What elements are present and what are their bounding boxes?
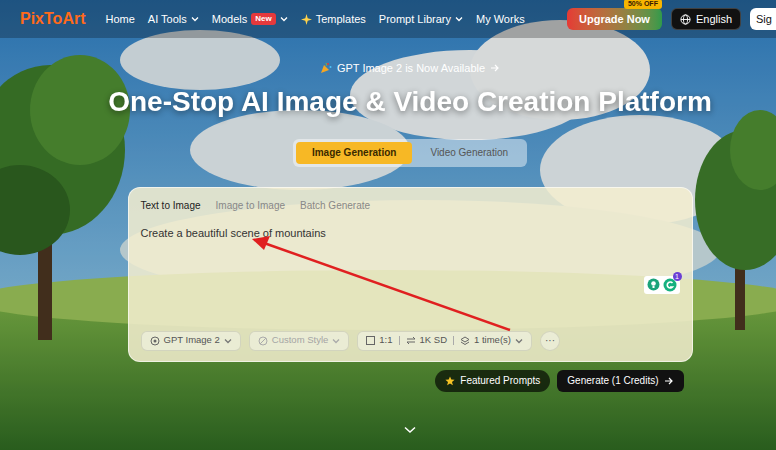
more-label: ···: [545, 336, 555, 346]
more-options-button[interactable]: ···: [540, 331, 560, 351]
chevron-down-icon: [515, 337, 523, 345]
language-label: English: [696, 11, 732, 28]
ratio-value: 1:1: [379, 333, 392, 347]
card-actions: Featured Prompts Generate (1 Credits): [128, 370, 693, 392]
nav-item[interactable]: Home: [105, 11, 134, 28]
sparkle-icon: [301, 14, 312, 25]
chevron-down-icon: [332, 337, 340, 345]
nav-item[interactable]: AI Tools: [148, 11, 199, 28]
mode-tab-label: Image Generation: [312, 145, 396, 160]
model-label: GPT Image 2: [164, 333, 220, 347]
mode-tab[interactable]: Image Generation: [296, 142, 412, 164]
grammar-check: 1: [663, 278, 677, 292]
mode-tab-label: Video Generation: [430, 145, 508, 160]
input-tab-label: Batch Generate: [300, 200, 370, 211]
layers-icon: [460, 336, 470, 346]
bulb-icon: [647, 278, 660, 291]
party-popper-icon: [320, 62, 332, 74]
input-tab-label: Image to Image: [216, 200, 285, 211]
nav-item[interactable]: Templates: [301, 11, 366, 28]
generation-settings[interactable]: 1:1 1K SD 1 time(s): [357, 331, 532, 351]
nav-label: Prompt Library: [379, 11, 451, 28]
page: PixToArt Home AI Tools Models New Templates P…: [0, 0, 776, 450]
resolution-icon: [406, 336, 416, 345]
featured-label: Featured Prompts: [460, 373, 540, 388]
chevron-down-icon: [224, 337, 232, 345]
arrow-right-icon: [490, 63, 500, 73]
header-actions: Upgrade Now50% OFF English Sig: [567, 8, 776, 30]
input-tab[interactable]: Image to Image: [216, 196, 285, 215]
divider: [399, 336, 400, 345]
nav-item[interactable]: My Works: [476, 11, 525, 28]
nav-label: Models: [212, 11, 247, 28]
discount-badge: 50% OFF: [624, 0, 662, 9]
mode-tabs: Image Generation Video Generation: [293, 139, 527, 167]
input-tab[interactable]: Batch Generate: [300, 196, 370, 215]
generate-label: Generate (1 Credits): [567, 373, 658, 388]
headline: One-Stop AI Image & Video Creation Platf…: [108, 85, 712, 119]
nav-label: Templates: [316, 11, 366, 28]
upgrade-button[interactable]: Upgrade Now50% OFF: [567, 8, 662, 30]
writing-assistant[interactable]: 1: [644, 276, 680, 294]
model-select[interactable]: GPT Image 2: [141, 331, 241, 351]
main-nav: Home AI Tools Models New Templates Prompt Lib…: [105, 11, 524, 28]
input-tab[interactable]: Text to Image: [141, 196, 201, 215]
count-value: 1 time(s): [474, 333, 511, 347]
mode-tab[interactable]: Video Generation: [414, 142, 524, 164]
top-bar: PixToArt Home AI Tools Models New Templates P…: [0, 0, 776, 38]
upgrade-label: Upgrade Now: [579, 11, 650, 28]
aspect-ratio-icon: [366, 336, 375, 345]
logo[interactable]: PixToArt: [20, 7, 85, 31]
sign-in-button[interactable]: Sig: [750, 8, 776, 30]
nav-label: My Works: [476, 11, 525, 28]
nav-label: AI Tools: [148, 11, 187, 28]
star-icon: [445, 376, 455, 386]
chevron-down-icon: [455, 15, 463, 23]
sign-in-label: Sig: [756, 11, 772, 28]
suggestion-count: 1: [673, 272, 682, 281]
style-label: Custom Style: [272, 333, 329, 347]
quality-value: 1K SD: [420, 333, 447, 347]
nav-label: Home: [105, 11, 134, 28]
generate-button[interactable]: Generate (1 Credits): [557, 370, 683, 392]
featured-prompts-button[interactable]: Featured Prompts: [435, 370, 550, 392]
input-tab-label: Text to Image: [141, 200, 201, 211]
hero: GPT Image 2 is Now Available One-Stop AI …: [0, 38, 776, 450]
globe-icon: [680, 14, 691, 25]
options-toolbar: GPT Image 2 Custom Style 1:1 1K SD 1 time(s)…: [141, 331, 680, 351]
language-button[interactable]: English: [671, 8, 741, 30]
divider: [453, 336, 454, 345]
style-icon: [258, 336, 268, 346]
nav-item[interactable]: Models New: [212, 11, 288, 28]
scroll-down-icon[interactable]: [404, 426, 416, 434]
style-select: Custom Style: [249, 331, 350, 351]
announcement-link[interactable]: GPT Image 2 is Now Available: [320, 60, 500, 77]
new-badge: New: [251, 13, 275, 25]
prompt-input[interactable]: Create a beautiful scene of mountains: [141, 225, 680, 331]
nav-item[interactable]: Prompt Library: [379, 11, 463, 28]
chevron-down-icon: [280, 15, 288, 23]
prompt-card: Text to Image Image to Image Batch Generat…: [128, 187, 693, 362]
input-tabs: Text to Image Image to Image Batch Generat…: [141, 196, 680, 215]
arrow-right-icon: [664, 376, 674, 386]
model-icon: [150, 336, 160, 346]
chevron-down-icon: [191, 15, 199, 23]
announcement-text: GPT Image 2 is Now Available: [337, 60, 485, 77]
